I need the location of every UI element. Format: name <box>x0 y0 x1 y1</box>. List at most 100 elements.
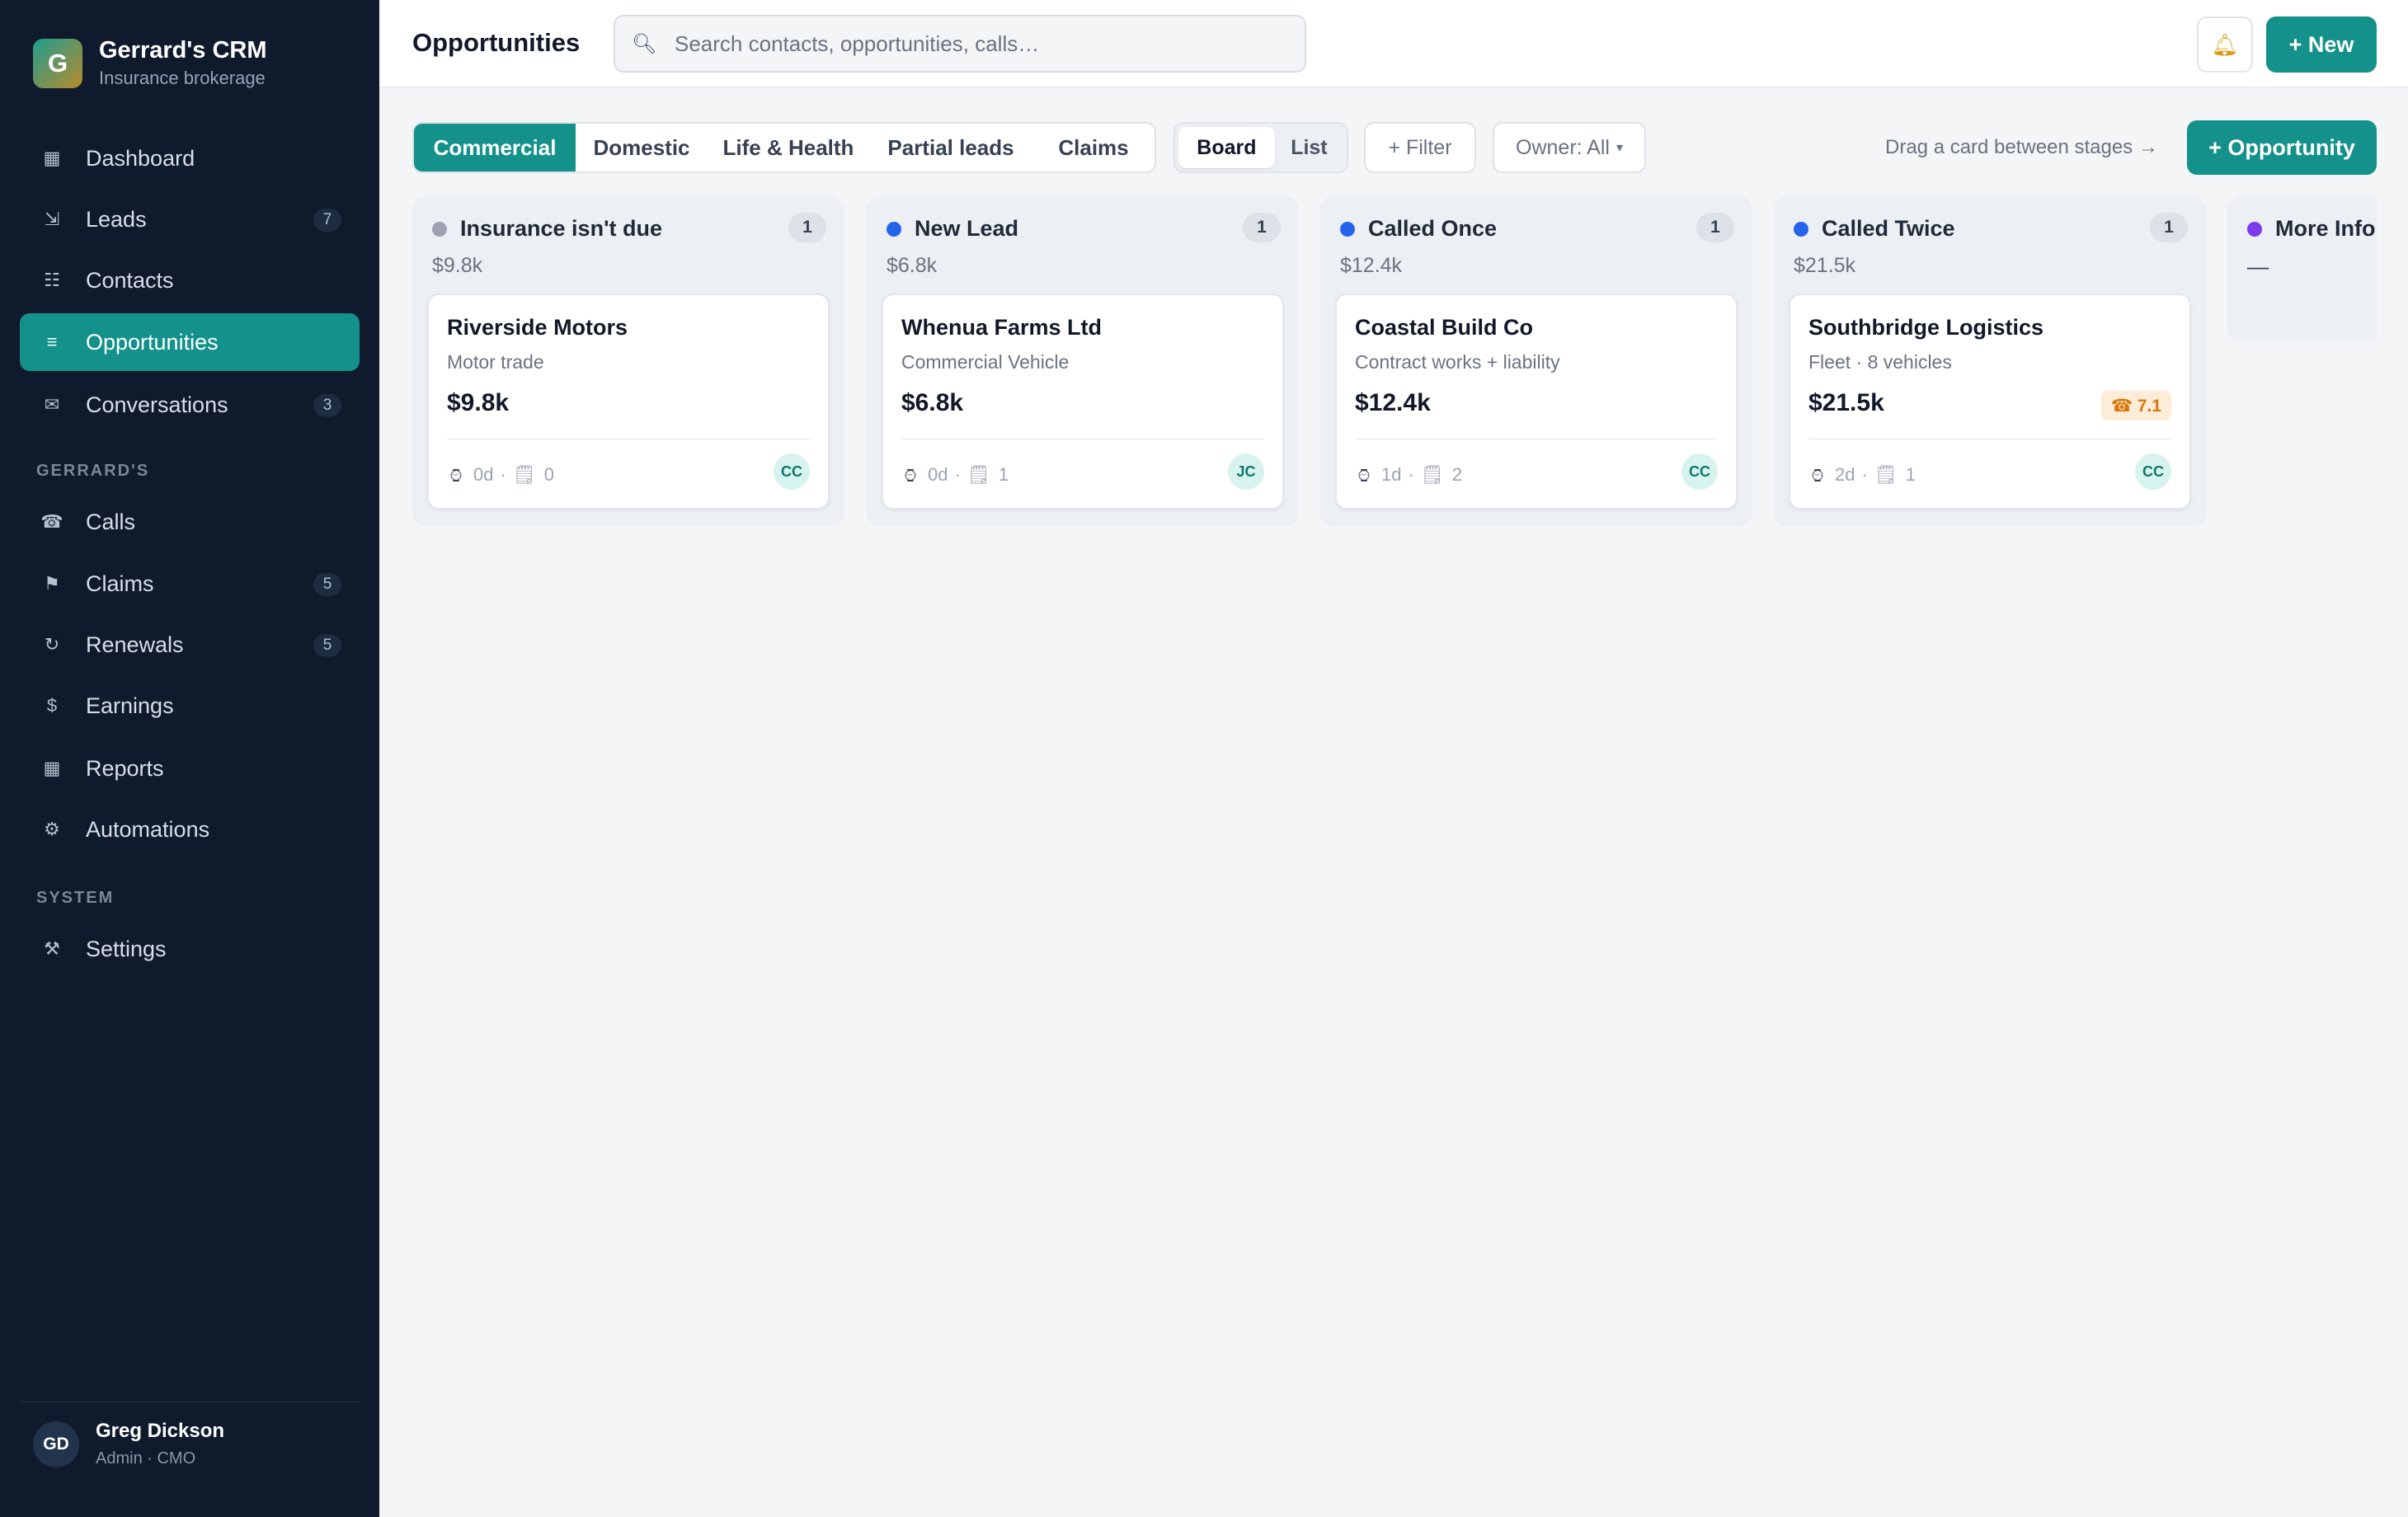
card-subtitle: Contract works + liability <box>1355 351 1560 373</box>
stage-dot <box>432 221 447 237</box>
avatar: GD <box>33 1421 79 1468</box>
card-title: Southbridge Logistics <box>1808 315 2044 340</box>
gear-icon: ⚙ <box>44 819 60 839</box>
section-heading: SYSTEM <box>36 889 115 907</box>
sidebar-item-label: Reports <box>86 755 164 781</box>
tab-domestic[interactable]: Domestic <box>576 124 708 171</box>
tab-commercial[interactable]: Commercial <box>414 124 576 171</box>
card-age: 2d <box>1835 464 1855 485</box>
stage-dot <box>2247 221 2262 237</box>
sidebar-item-label: Claims <box>86 571 154 596</box>
sidebar-item-label: Calls <box>86 509 136 534</box>
page-title: Opportunities <box>412 28 581 57</box>
sidebar-item-label: Opportunities <box>86 329 219 355</box>
card-title: Whenua Farms Ltd <box>901 315 1103 340</box>
sidebar-item-settings[interactable]: ⚒ Settings <box>20 920 360 978</box>
sidebar-item-label: Renewals <box>86 632 184 657</box>
sidebar-item-renewals[interactable]: ↻ Renewals 5 <box>20 616 360 674</box>
sidebar-item-claims[interactable]: ⚑ Claims 5 <box>20 555 360 613</box>
list-icon: ≡ <box>46 331 58 352</box>
tools-icon: ⚒ <box>44 938 60 959</box>
stage-column: More Info — <box>2227 196 2377 341</box>
brand[interactable]: G Gerrard's CRM Insurance brokerage <box>33 36 267 91</box>
user-role: Admin · CMO <box>96 1449 196 1468</box>
note-icon: 🗒︎ <box>966 464 990 485</box>
new-button[interactable]: + New <box>2266 16 2377 73</box>
card-value: $21.5k <box>1808 389 1884 416</box>
stage-total: $9.8k <box>432 254 483 277</box>
card-value: $9.8k <box>447 389 510 416</box>
opportunity-card[interactable]: Whenua Farms Ltd Commercial Vehicle $6.8… <box>882 294 1284 510</box>
sidebar-item-conversations[interactable]: ✉ Conversations 3 <box>20 376 360 434</box>
mail-icon: ✉ <box>44 394 60 415</box>
report-icon: ▦ <box>43 758 61 778</box>
watch-icon: ⌚︎ <box>901 466 920 486</box>
app-name: Gerrard's CRM <box>99 37 267 63</box>
search-box[interactable]: 🔍︎ <box>614 15 1306 73</box>
stage-total: $21.5k <box>1794 254 1856 277</box>
sidebar-item-opportunities[interactable]: ≡ Opportunities <box>20 313 360 371</box>
stage-count: 1 <box>2150 213 2188 242</box>
tab-partial-leads[interactable]: Partial leads <box>869 124 1032 171</box>
user-profile[interactable]: GD Greg Dickson Admin · CMO <box>33 1420 224 1468</box>
note-icon: 🗒︎ <box>512 464 536 485</box>
user-name: Greg Dickson <box>96 1420 225 1442</box>
bell-icon: 🔔︎ <box>2211 31 2239 57</box>
card-title: Coastal Build Co <box>1355 315 1534 340</box>
grid-icon: ▦ <box>43 148 61 168</box>
dollar-icon: $ <box>46 695 58 716</box>
sidebar-item-automations[interactable]: ⚙ Automations <box>20 801 360 858</box>
owner-avatar: CC <box>774 453 810 490</box>
app-logo: G <box>33 39 82 88</box>
watch-icon: ⌚︎ <box>1355 466 1374 486</box>
stage-count: 1 <box>1243 213 1281 242</box>
notifications-button[interactable]: 🔔︎ <box>2197 16 2253 73</box>
card-age: 0d <box>473 464 494 485</box>
stage-column: New Lead 1 $6.8k Whenua Farms Ltd Commer… <box>867 196 1299 526</box>
note-icon: 🗒︎ <box>1874 464 1898 485</box>
tab-list[interactable]: List <box>1275 127 1343 168</box>
sidebar-item-dashboard[interactable]: ▦ Dashboard <box>20 129 360 187</box>
watch-icon: ⌚︎ <box>1808 466 1827 486</box>
sidebar-item-earnings[interactable]: $ Earnings <box>20 677 360 735</box>
stage-column: Called Twice 1 $21.5k Southbridge Logist… <box>1774 196 2206 526</box>
card-notes: 2 <box>1451 464 1463 485</box>
stage-name: Called Twice <box>1822 216 1955 241</box>
tab-life-health[interactable]: Life & Health <box>708 124 869 171</box>
sidebar-item-reports[interactable]: ▦ Reports <box>20 740 360 797</box>
sidebar-item-leads[interactable]: ⇲ Leads 7 <box>20 190 360 248</box>
sidebar-item-contacts[interactable]: ☷ Contacts <box>20 251 360 309</box>
tab-board[interactable]: Board <box>1178 127 1275 168</box>
owner-avatar: CC <box>1681 453 1718 490</box>
card-subtitle: Fleet · 8 vehicles <box>1808 351 1952 373</box>
filter-button[interactable]: + Filter <box>1364 122 1476 173</box>
count-badge: 5 <box>313 573 341 596</box>
card-notes: 1 <box>998 464 1009 485</box>
stage-total: — <box>2247 254 2269 279</box>
stage-column: Called Once 1 $12.4k Coastal Build Co Co… <box>1320 196 1752 526</box>
opportunity-card[interactable]: Coastal Build Co Contract works + liabil… <box>1335 294 1738 510</box>
app-subtitle: Insurance brokerage <box>99 68 266 88</box>
card-value: $6.8k <box>901 389 964 416</box>
refresh-icon: ↻ <box>44 634 60 655</box>
card-subtitle: Motor trade <box>447 351 544 373</box>
stage-count: 1 <box>788 213 826 242</box>
kanban-board: Insurance isn't due 1 $9.8k Riverside Mo… <box>412 196 2377 526</box>
owner-dropdown[interactable]: Owner: All ▾ <box>1493 122 1646 173</box>
search-input[interactable] <box>675 31 1301 57</box>
card-notes: 1 <box>1905 464 1917 485</box>
sidebar: G Gerrard's CRM Insurance brokerage ▦ Da… <box>0 0 379 1517</box>
sidebar-item-label: Dashboard <box>86 145 195 171</box>
stage-total: $6.8k <box>887 254 938 277</box>
opportunity-card[interactable]: Southbridge Logistics Fleet · 8 vehicles… <box>1789 294 2191 510</box>
stage-name: Called Once <box>1368 216 1498 241</box>
tab-claims[interactable]: Claims <box>1032 124 1155 171</box>
opportunity-card[interactable]: Riverside Motors Motor trade $9.8k ⌚︎ 0d… <box>427 294 830 510</box>
sidebar-item-calls[interactable]: ☎ Calls <box>20 493 360 551</box>
top-bar: Opportunities 🔍︎ 🔔︎ + New <box>379 0 2408 87</box>
count-badge: 7 <box>313 209 341 232</box>
category-tabs: Commercial Domestic Life & Health Partia… <box>412 122 1156 173</box>
stage-column: Insurance isn't due 1 $9.8k Riverside Mo… <box>412 196 844 526</box>
add-opportunity-button[interactable]: + Opportunity <box>2187 120 2377 175</box>
card-age: 0d <box>928 464 948 485</box>
